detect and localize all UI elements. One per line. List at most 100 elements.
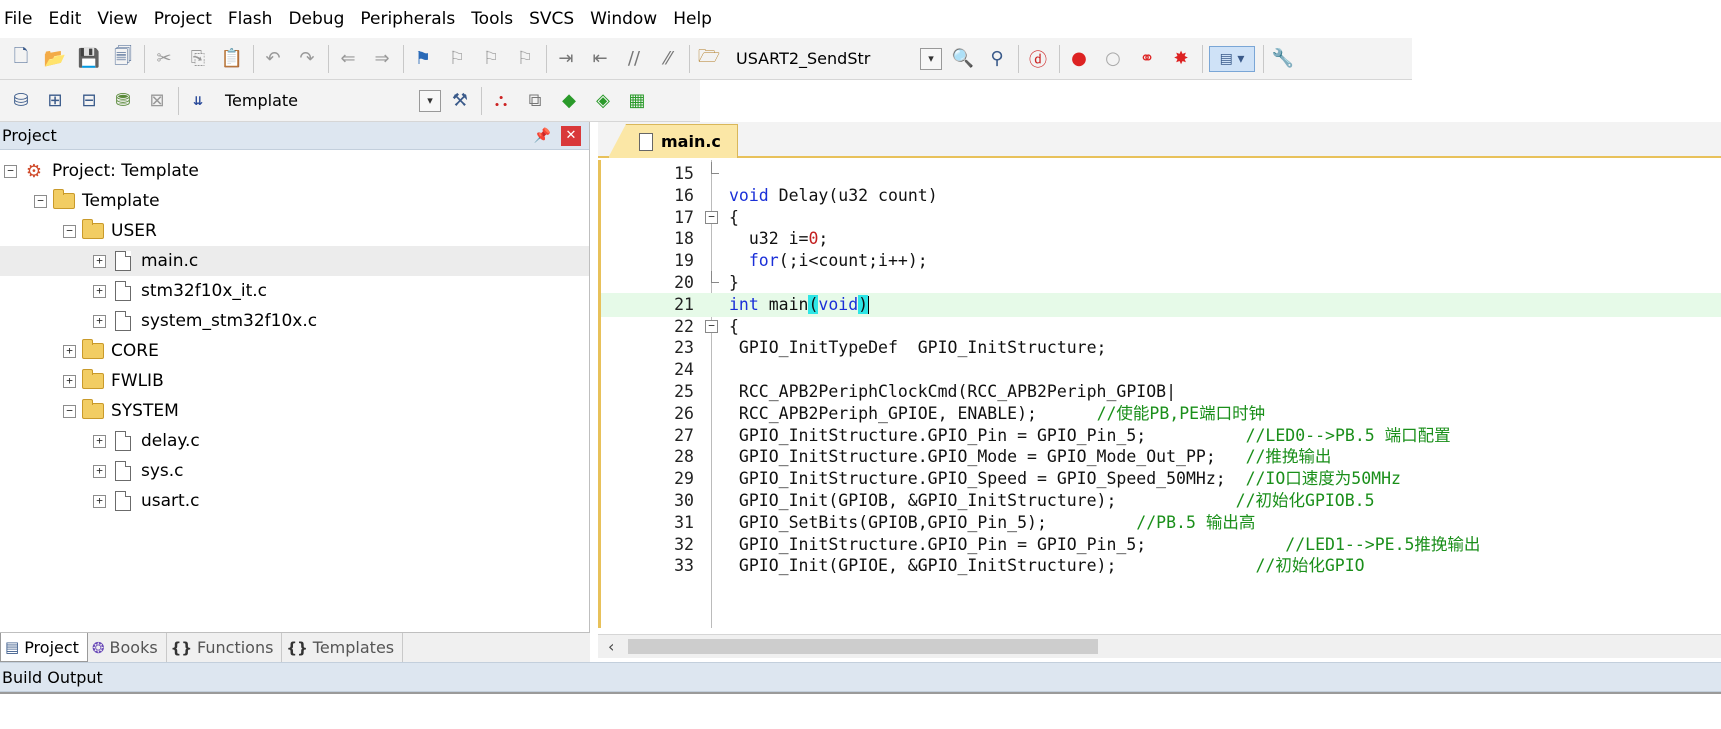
code-line[interactable]: 26 RCC_APB2Periph_GPIOE, ENABLE); //使能PB… [601,402,1721,426]
prev-bookmark-icon[interactable]: ⚐ [444,46,470,72]
tree-item-folder[interactable]: − USER [0,216,589,246]
tab-books[interactable]: ❂ Books [88,633,167,662]
code-line[interactable]: 15 [601,162,1721,186]
navigate-forward-icon[interactable]: ⇒ [369,46,395,72]
code-line[interactable]: 19 for(;i<count;i++); [601,249,1721,273]
expand-icon[interactable]: + [93,494,106,508]
copy-icon[interactable]: ⎘ [185,46,211,72]
menu-flash[interactable]: Flash [228,0,283,38]
insert-breakpoint-icon[interactable]: ● [1066,46,1092,72]
expand-icon[interactable]: + [63,374,76,388]
tree-item-folder[interactable]: + CORE [0,336,589,366]
code-line[interactable]: 31 GPIO_SetBits(GPIOB,GPIO_Pin_5); //PB.… [601,511,1721,535]
download-load-icon[interactable]: ⇊ [185,88,211,114]
code-line[interactable]: 17−{ [601,206,1721,230]
expand-icon[interactable]: + [93,464,106,478]
next-bookmark-icon[interactable]: ⚐ [478,46,504,72]
pack-installer-icon[interactable]: ▦ [624,88,650,114]
tab-functions[interactable]: {} Functions [167,633,283,662]
tree-item-file[interactable]: + usart.c [0,486,589,516]
translate-icon[interactable]: ⛁ [8,88,34,114]
code-line[interactable]: 16 void Delay(u32 count) [601,184,1721,208]
menu-window[interactable]: Window [590,0,667,38]
expand-icon[interactable]: + [93,284,106,298]
rebuild-icon[interactable]: ⊟ [76,88,102,114]
tree-item-file[interactable]: + delay.c [0,426,589,456]
uncomment-icon[interactable]: ⁄⁄ [655,46,681,72]
tree-item-file[interactable]: + sys.c [0,456,589,486]
paste-icon[interactable]: 📋 [219,46,245,72]
tab-main-c[interactable]: main.c [608,124,738,158]
scroll-thumb[interactable] [628,639,1098,654]
code-line[interactable]: 33 GPIO_Init(GPIOE, &GPIO_InitStructure)… [601,554,1721,578]
menu-tools[interactable]: Tools [471,0,523,38]
menu-help[interactable]: Help [673,0,722,38]
code-line[interactable]: 18 u32 i=0; [601,227,1721,251]
menu-file[interactable]: File [4,0,42,38]
stop-build-icon[interactable]: ⊠ [144,88,170,114]
configure-wrench-icon[interactable]: 🔧 [1270,46,1296,72]
menu-svcs[interactable]: SVCS [529,0,584,38]
find-combo[interactable]: USART2_SendStr ▾ [730,45,942,73]
chevron-down-icon[interactable]: ▾ [920,47,942,70]
build-output-area[interactable] [0,692,1721,729]
code-line[interactable]: 23 GPIO_InitTypeDef GPIO_InitStructure; [601,336,1721,360]
open-folder-icon[interactable]: 📂 [42,46,68,72]
save-icon[interactable]: 💾 [76,46,102,72]
fold-toggle-icon[interactable]: − [705,319,718,333]
tree-item-target[interactable]: − Template [0,186,589,216]
manage-project-items-icon[interactable]: ⛬ [488,88,514,114]
expand-icon[interactable]: + [93,254,106,268]
code-line[interactable]: 20} [601,271,1721,295]
tree-item-project[interactable]: − ⚙ Project: Template [0,156,589,186]
code-line[interactable]: 29 GPIO_InitStructure.GPIO_Speed = GPIO_… [601,467,1721,491]
pin-icon[interactable]: 📌 [534,128,551,144]
code-line[interactable]: 27 GPIO_InitStructure.GPIO_Pin = GPIO_Pi… [601,424,1721,448]
tab-templates[interactable]: {} Templates [282,633,404,662]
code-line[interactable]: 30 GPIO_Init(GPIOB, &GPIO_InitStructure)… [601,489,1721,513]
target-combo[interactable]: Template ▾ [219,87,441,115]
manage-multi-project-icon[interactable]: ⧉ [522,88,548,114]
window-layout-icon[interactable]: ▤ ▾ [1209,45,1255,72]
code-line[interactable]: 32 GPIO_InitStructure.GPIO_Pin = GPIO_Pi… [601,533,1721,557]
unindent-icon[interactable]: ⇤ [587,46,613,72]
chevron-down-icon[interactable]: ▾ [419,89,441,112]
navigate-back-icon[interactable]: ⇐ [335,46,361,72]
close-icon[interactable]: ✕ [561,125,581,146]
enable-breakpoint-icon[interactable]: ○ [1100,46,1126,72]
horizontal-scrollbar[interactable]: ‹ [598,634,1721,658]
menu-debug[interactable]: Debug [288,0,354,38]
new-file-icon[interactable]: 🗋 [8,46,34,72]
collapse-icon[interactable]: − [63,404,76,418]
debug-session-icon[interactable]: ⓓ [1025,46,1051,72]
code-line[interactable]: 25 RCC_APB2PeriphClockCmd(RCC_APB2Periph… [601,380,1721,404]
tree-item-file[interactable]: + main.c [0,246,589,276]
menu-peripherals[interactable]: Peripherals [360,0,465,38]
menu-project[interactable]: Project [154,0,222,38]
tab-project[interactable]: ▤ Project [0,633,88,662]
indent-icon[interactable]: ⇥ [553,46,579,72]
code-line[interactable]: 28 GPIO_InitStructure.GPIO_Mode = GPIO_M… [601,445,1721,469]
save-all-icon[interactable]: 🗐 [110,46,136,72]
bookmark-icon[interactable]: ⚑ [410,46,436,72]
target-options-icon[interactable]: ⚒ [447,88,473,114]
select-packs-icon[interactable]: ◆ [556,88,582,114]
collapse-icon[interactable]: − [4,164,17,178]
code-line[interactable]: 22−{ [601,315,1721,339]
find-icon[interactable]: 🔍 [950,46,976,72]
kill-breakpoints-icon[interactable]: ✸ [1168,46,1194,72]
tree-item-file[interactable]: + stm32f10x_it.c [0,276,589,306]
menu-view[interactable]: View [97,0,147,38]
disable-breakpoints-icon[interactable]: ⚭ [1134,46,1160,72]
collapse-icon[interactable]: − [63,224,76,238]
expand-icon[interactable]: + [93,434,106,448]
manage-rte-icon[interactable]: ◈ [590,88,616,114]
code-line[interactable]: 24 [601,358,1721,382]
batch-build-icon[interactable]: ⛃ [110,88,136,114]
code-area[interactable]: 15 16 void Delay(u32 count) 17−{18 u32 i=0;… [598,160,1721,628]
code-line[interactable]: 21 int main(void) [601,292,1721,317]
tree-item-folder[interactable]: − SYSTEM [0,396,589,426]
fold-toggle-icon[interactable]: − [705,210,718,224]
tree-item-folder[interactable]: + FWLIB [0,366,589,396]
incremental-find-icon[interactable]: ⚲ [984,46,1010,72]
